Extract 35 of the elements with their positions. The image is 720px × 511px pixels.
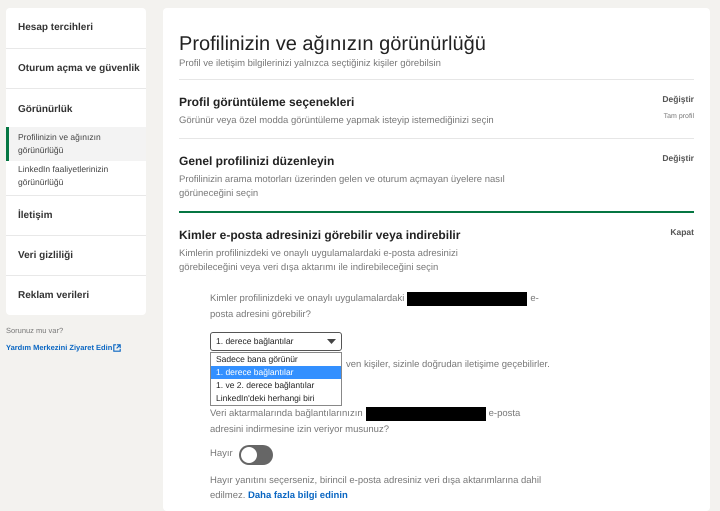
toggle-label: Hayır [210, 447, 233, 462]
sidebar-subitem[interactable]: LinkedIn faaliyetlerinizin görünürlüğü [6, 161, 146, 195]
section-title: Kimler e-posta adresinizi görebilir veya indirebilir [179, 227, 462, 244]
section-action-link[interactable]: Değiştir [662, 93, 694, 106]
note-text: Hayır yanıtını seçerseniz, birincil e-posta adresiniz veri dışa aktarımlarına dahil edilmez. Daha fazla bilgi edinin [210, 474, 542, 502]
toggle-switch[interactable] [238, 444, 273, 464]
section-description: Kimlerin profilinizdeki ve onaylı uygulamalardaki e-posta adresinizi görebileceğini veya veri dışa aktarımı ile indirebileceğini seçin [179, 247, 459, 276]
question-text: e- [530, 292, 539, 306]
section-description: Görünür veya özel modda görüntüleme yapmak isteyip istemediğinizi seçin [179, 114, 495, 128]
section-description: Profilinizin arama motorları üzerinden gelen ve oturum açmayan üyelere nasıl görüneceğini seçin [179, 173, 506, 202]
question-text: Veri aktarmalarında bağlantılarınızın [210, 406, 363, 420]
external-link-icon [113, 344, 122, 352]
dropdown-select[interactable]: 1. derece bağlantılar [210, 332, 342, 352]
section-title: Genel profilinizi düzenleyin [179, 153, 336, 170]
sidebar-item[interactable]: Hesap tercihleri [6, 8, 146, 48]
question-text: Kimler profilinizdeki ve onaylı uygulamalardaki [210, 292, 404, 306]
question-text: posta adresini görebilir? [210, 308, 311, 322]
sidebar-item[interactable]: Oturum açma ve güvenlik [6, 48, 146, 88]
page-title: Profilinizin ve ağınızın görünürlüğü [179, 32, 487, 56]
dropdown-option[interactable]: LinkedIn'deki herhangi biri [211, 392, 341, 406]
dropdown-option[interactable]: Sadece bana görünür [211, 353, 341, 366]
learn-more-link[interactable]: Daha fazla bilgi edinin [248, 490, 348, 500]
page-subtitle: Profil ve iletişim bilgilerinizi yalnızca seçtiğiniz kişiler görebilsin [179, 57, 442, 71]
dropdown-option[interactable]: 1. ve 2. derece bağlantılar [211, 379, 341, 392]
sidebar-item[interactable]: Reklam verileri [6, 275, 146, 315]
sidebar-item[interactable]: Veri gizliliği [6, 235, 146, 275]
question-text: e-posta [488, 406, 520, 420]
section-action-link[interactable]: Kapat [670, 226, 694, 239]
question-text: adresini indirmesine izin veriyor musunuz? [210, 422, 389, 436]
section-title: Profil görüntüleme seçenekleri [179, 94, 356, 112]
section-action-link[interactable]: Değiştir [662, 152, 694, 165]
caret-icon [327, 339, 336, 344]
hint-text: ven kişiler, sizinle doğrudan iletişime geçebilirler. [346, 358, 551, 372]
sidebar-item[interactable]: İletişim [6, 195, 146, 235]
sidebar-subitem[interactable]: Profilinizin ve ağınızın görünürlüğü [6, 127, 146, 161]
